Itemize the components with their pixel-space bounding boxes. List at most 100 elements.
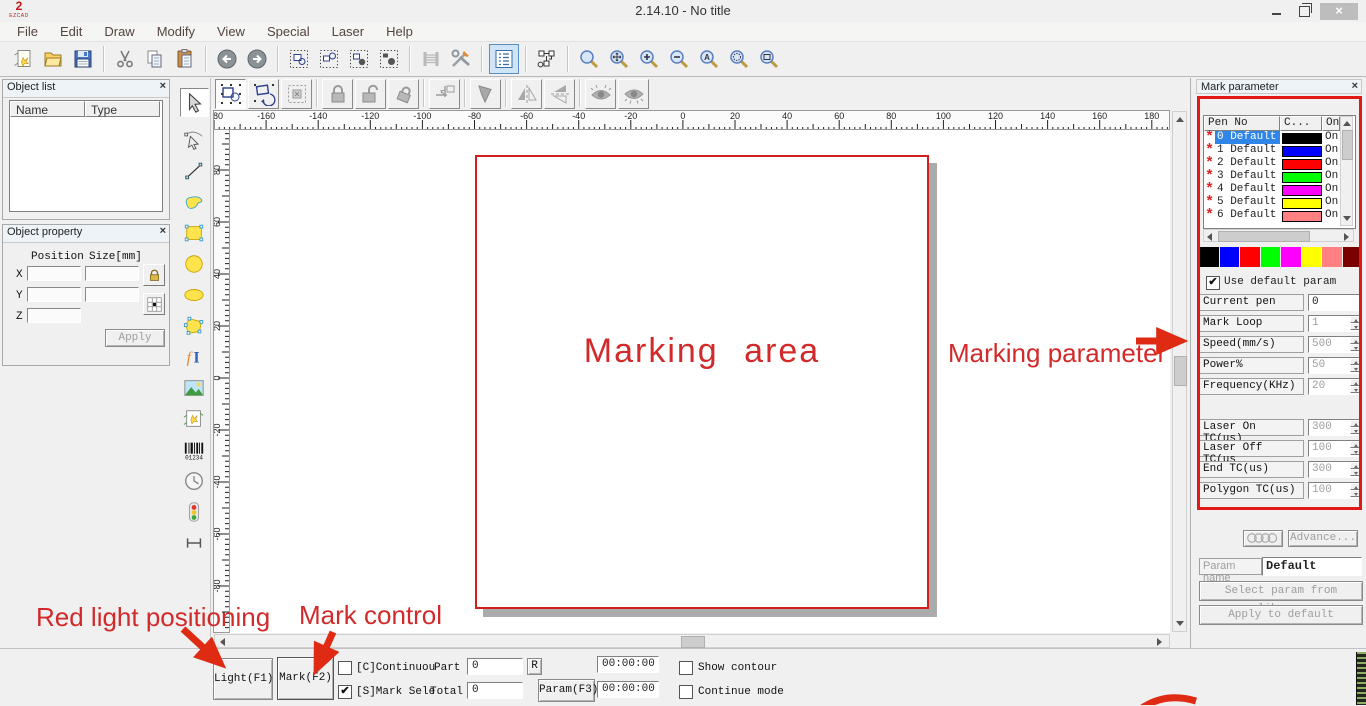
position-y-input[interactable] — [27, 287, 81, 302]
snap-point-button[interactable] — [375, 45, 403, 73]
pen-hscroll-thumb[interactable] — [1218, 231, 1310, 242]
spinner-control[interactable] — [1350, 420, 1361, 435]
open-file-button[interactable] — [39, 45, 67, 73]
shear-button[interactable] — [470, 79, 501, 109]
object-list-table[interactable]: Name Type — [9, 100, 163, 212]
menu-special[interactable]: Special — [256, 22, 321, 41]
select-tool-button[interactable] — [180, 88, 209, 117]
zoom-pan-button[interactable] — [605, 45, 633, 73]
unlock-button[interactable] — [355, 79, 386, 109]
pen-table[interactable]: Pen No C... On.. *0 DefaultOn*1 DefaultO… — [1203, 115, 1356, 229]
color-swatch[interactable] — [1261, 247, 1281, 267]
canvas-vertical-scrollbar[interactable] — [1172, 111, 1187, 632]
node-diagram-button[interactable] — [533, 45, 561, 73]
spinner-up-icon[interactable] — [1350, 462, 1361, 469]
scroll-right-icon[interactable] — [1157, 638, 1162, 646]
spinner-down-icon[interactable] — [1350, 323, 1361, 330]
hatch-button[interactable] — [417, 45, 445, 73]
param-name-field[interactable]: Default — [1262, 557, 1362, 576]
pen-row[interactable]: *1 DefaultOn — [1204, 144, 1340, 157]
current-pen-field[interactable]: 0 — [1308, 294, 1362, 311]
mirror-horizontal-button[interactable] — [511, 79, 542, 109]
line-tool-button[interactable] — [180, 157, 207, 184]
text-tool-button[interactable]: fI — [180, 343, 207, 370]
zoom-selection-button[interactable] — [725, 45, 753, 73]
color-column-header[interactable]: C... — [1280, 116, 1322, 131]
pen-color-swatch[interactable] — [1282, 172, 1322, 183]
pen-row[interactable]: *4 DefaultOn — [1204, 183, 1340, 196]
pen-scroll-right-icon[interactable] — [1344, 233, 1349, 241]
minimize-button[interactable] — [1262, 3, 1290, 20]
color-swatch[interactable] — [1302, 247, 1322, 267]
aspect-lock-button[interactable] — [143, 264, 165, 286]
mark-parameter-close-icon[interactable]: × — [1352, 80, 1358, 92]
spinner-down-icon[interactable] — [1350, 386, 1361, 393]
spinner-up-icon[interactable] — [1350, 441, 1361, 448]
menu-modify[interactable]: Modify — [146, 22, 206, 41]
mark-f2-button[interactable]: Mark(F2) — [277, 657, 334, 700]
copy-button[interactable] — [141, 45, 169, 73]
pen-color-swatch[interactable] — [1282, 159, 1322, 170]
mark-selected-checkbox[interactable]: ✔ — [338, 685, 352, 699]
lock-button[interactable] — [322, 79, 353, 109]
object-list-close-icon[interactable]: × — [160, 80, 166, 92]
circle-tool-button[interactable] — [180, 250, 207, 277]
zoom-out-button[interactable] — [665, 45, 693, 73]
rings-button[interactable] — [1243, 530, 1283, 547]
spinner-control[interactable] — [1350, 358, 1361, 373]
pen-row[interactable]: *6 DefaultOn — [1204, 209, 1340, 222]
spinner-down-icon[interactable] — [1350, 448, 1361, 455]
pen-table-horizontal-scrollbar[interactable] — [1203, 229, 1354, 242]
spinner-down-icon[interactable] — [1350, 469, 1361, 476]
pen-color-swatch[interactable] — [1282, 211, 1322, 222]
apply-to-default-button[interactable]: Apply to default — [1199, 605, 1363, 625]
rectangle-tool-button[interactable] — [180, 219, 207, 246]
barcode-tool-button[interactable]: 01234 — [180, 436, 207, 463]
spinner-control[interactable] — [1350, 462, 1361, 477]
vertical-scroll-thumb[interactable] — [1174, 356, 1187, 386]
snap-guide-button[interactable] — [315, 45, 343, 73]
spinner-control[interactable] — [1350, 483, 1361, 498]
menu-file[interactable]: File — [6, 22, 49, 41]
reset-count-button[interactable]: R — [527, 658, 542, 675]
paste-button[interactable] — [171, 45, 199, 73]
pen-row[interactable]: *3 DefaultOn — [1204, 170, 1340, 183]
zoom-all-button[interactable]: A — [695, 45, 723, 73]
restore-button[interactable] — [1290, 3, 1318, 20]
advance-button[interactable]: Advance... — [1288, 530, 1358, 547]
object-list-toggle-button[interactable] — [489, 44, 519, 74]
scroll-left-icon[interactable] — [220, 638, 225, 646]
menu-view[interactable]: View — [206, 22, 256, 41]
pen-row[interactable]: *2 DefaultOn — [1204, 157, 1340, 170]
pen-scroll-thumb[interactable] — [1342, 130, 1353, 160]
pen-scroll-up-icon[interactable] — [1343, 121, 1351, 126]
continuous-checkbox[interactable] — [338, 661, 352, 675]
bitmap-tool-button[interactable] — [180, 374, 207, 401]
move-to-origin-button[interactable] — [429, 79, 460, 109]
lock-partial-button[interactable] — [388, 79, 419, 109]
spinner-up-icon[interactable] — [1350, 420, 1361, 427]
curve-tool-button[interactable] — [180, 188, 207, 215]
ellipse-tool-button[interactable] — [180, 281, 207, 308]
spinner-up-icon[interactable] — [1350, 358, 1361, 365]
size-x-input[interactable] — [85, 266, 139, 281]
spinner-down-icon[interactable] — [1350, 365, 1361, 372]
apply-button[interactable]: Apply — [105, 329, 165, 347]
vector-file-tool-button[interactable] — [180, 405, 207, 432]
pen-color-swatch[interactable] — [1282, 185, 1322, 196]
object-property-close-icon[interactable]: × — [160, 225, 166, 237]
zoom-in-button[interactable] — [635, 45, 663, 73]
spinner-up-icon[interactable] — [1350, 337, 1361, 344]
input-output-tool-button[interactable] — [180, 498, 207, 525]
transform-array-button[interactable] — [281, 79, 312, 109]
select-param-library-button[interactable]: Select param from library — [1199, 581, 1363, 601]
column-header-name[interactable]: Name — [10, 101, 85, 117]
show-contour-checkbox[interactable] — [679, 661, 693, 675]
close-button[interactable]: × — [1320, 3, 1358, 20]
color-swatch[interactable] — [1220, 247, 1240, 267]
snap-grid-button[interactable] — [285, 45, 313, 73]
spinner-control[interactable] — [1350, 379, 1361, 394]
size-y-input[interactable] — [85, 287, 139, 302]
pen-no-column-header[interactable]: Pen No — [1204, 116, 1280, 131]
position-z-input[interactable] — [27, 308, 81, 323]
